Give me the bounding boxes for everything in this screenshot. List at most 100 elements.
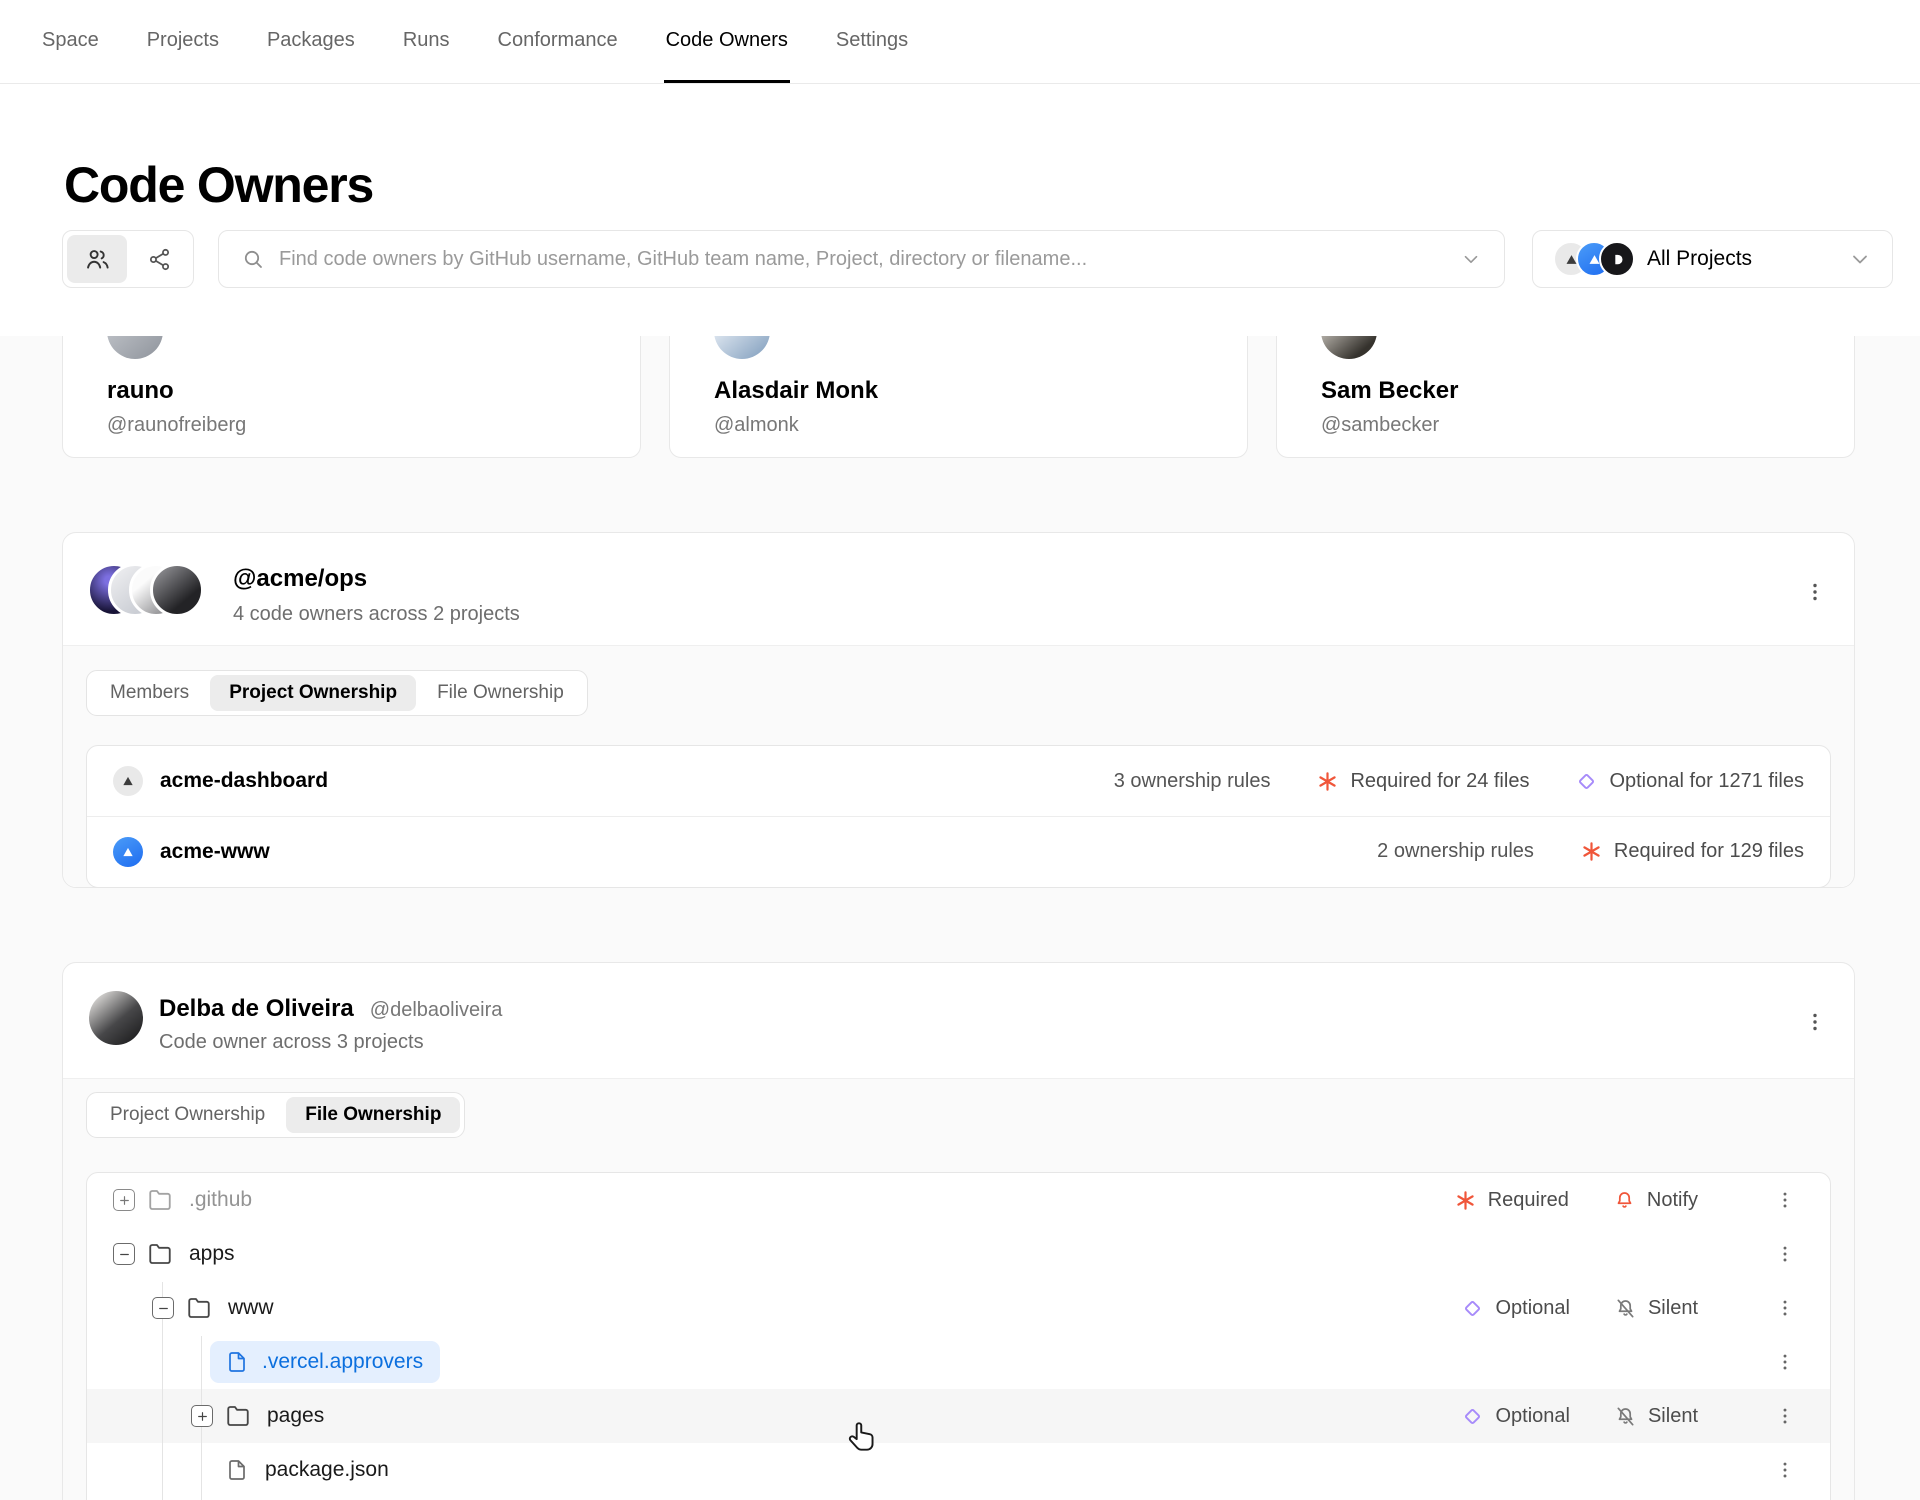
- tree-row-package-json[interactable]: package.json: [87, 1443, 1830, 1497]
- table-row-acme-dashboard[interactable]: acme-dashboard 3 ownership rules Require…: [87, 746, 1830, 816]
- row-menu-button[interactable]: [1768, 1291, 1802, 1325]
- view-toggle: [62, 230, 194, 288]
- person-menu-button[interactable]: [1798, 1005, 1832, 1039]
- project-avatar: [113, 836, 143, 867]
- tree-row-www[interactable]: www Optional Silent: [87, 1281, 1830, 1335]
- required-badge: Required for 129 files: [1580, 840, 1804, 863]
- nav-item-packages[interactable]: Packages: [265, 0, 357, 83]
- team-card-header: @acme/ops 4 code owners across 2 project…: [63, 533, 1854, 645]
- team-subtitle: 4 code owners across 2 projects: [233, 603, 520, 625]
- table-row-acme-www[interactable]: acme-www 2 ownership rules Required for …: [87, 816, 1830, 886]
- row-stats: 3 ownership rules Required for 24 files …: [1114, 770, 1804, 793]
- nav-item-conformance[interactable]: Conformance: [496, 0, 620, 83]
- collapse-icon[interactable]: [152, 1297, 174, 1319]
- team-card-acme-ops: @acme/ops 4 code owners across 2 project…: [62, 532, 1855, 888]
- people-icon: [84, 246, 111, 273]
- optional-badge: Optional: [1461, 1405, 1570, 1428]
- row-menu-button[interactable]: [1768, 1237, 1802, 1271]
- tab-file-ownership[interactable]: File Ownership: [418, 675, 583, 711]
- row-menu-button[interactable]: [1768, 1345, 1802, 1379]
- silent-badge: Silent: [1614, 1297, 1698, 1320]
- owner-handle: @raunofreiberg: [107, 414, 247, 436]
- folder-icon: [225, 1403, 251, 1429]
- optional-badge: Optional for 1271 files: [1575, 770, 1804, 793]
- file-icon: [225, 1458, 249, 1482]
- row-menu-button[interactable]: [1768, 1399, 1802, 1433]
- silent-label: Silent: [1647, 1404, 1698, 1427]
- expand-icon[interactable]: [191, 1405, 213, 1427]
- team-menu-button[interactable]: [1798, 575, 1832, 609]
- tree-row-pages[interactable]: pages Optional Silent: [87, 1389, 1830, 1443]
- optional-label: Optional: [1495, 1404, 1570, 1427]
- ownership-rules-count: 3 ownership rules: [1113, 769, 1271, 792]
- project-avatar: [113, 766, 143, 796]
- required-asterisk-icon: [1580, 840, 1603, 863]
- nav-item-projects[interactable]: Projects: [145, 0, 221, 83]
- required-badge: Required: [1454, 1189, 1569, 1212]
- collapse-icon[interactable]: [113, 1243, 135, 1265]
- bell-icon: [1613, 1189, 1636, 1212]
- silent-badge: Silent: [1614, 1405, 1698, 1428]
- search-icon: [241, 247, 265, 271]
- notify-label: Notify: [1646, 1188, 1698, 1211]
- tree-label: .vercel.approvers: [262, 1350, 424, 1373]
- required-badge: Required for 24 files: [1316, 770, 1529, 793]
- chevron-down-icon: [1848, 247, 1872, 271]
- tree-row-github[interactable]: .github Required Notify: [87, 1173, 1830, 1227]
- nav-item-space[interactable]: Space: [40, 0, 101, 83]
- owner-name: Alasdair Monk: [714, 377, 879, 404]
- project-name: acme-www: [160, 839, 270, 863]
- tree-row-apps[interactable]: apps: [87, 1227, 1830, 1281]
- team-tabs: Members Project Ownership File Ownership: [86, 670, 588, 716]
- expand-icon[interactable]: [113, 1189, 135, 1211]
- row-menu-button[interactable]: [1768, 1453, 1802, 1487]
- required-asterisk-icon: [1316, 770, 1339, 793]
- optional-diamond-icon: [1575, 770, 1598, 793]
- list-view-button[interactable]: [67, 235, 127, 283]
- team-card-body: Members Project Ownership File Ownership…: [63, 645, 1854, 888]
- owner-name: rauno: [107, 377, 174, 404]
- required-asterisk-icon: [1454, 1189, 1477, 1212]
- file-icon: [225, 1350, 249, 1374]
- folder-icon: [147, 1241, 173, 1267]
- project-ownership-table: acme-dashboard 3 ownership rules Require…: [86, 745, 1831, 888]
- optional-diamond-icon: [1461, 1297, 1484, 1320]
- tree-label: .github: [189, 1188, 253, 1211]
- row-menu-button[interactable]: [1768, 1183, 1802, 1217]
- nav-item-settings[interactable]: Settings: [834, 0, 910, 83]
- person-handle: @delbaoliveira: [369, 999, 503, 1021]
- team-title: @acme/ops: [233, 565, 368, 592]
- tree-row-vercel-approvers[interactable]: .vercel.approvers: [87, 1335, 1830, 1389]
- bell-slash-icon: [1614, 1405, 1637, 1428]
- hand-cursor: [844, 1420, 880, 1456]
- sticky-header: Space Projects Packages Runs Conformance…: [0, 0, 1920, 336]
- row-stats: 2 ownership rules Required for 129 files: [1377, 840, 1804, 863]
- person-name: Delba de Oliveira: [159, 995, 354, 1022]
- owner-handle: @almonk: [714, 414, 799, 436]
- project-filter-label: All Projects: [1647, 247, 1753, 270]
- project-filter-dropdown[interactable]: All Projects: [1532, 230, 1893, 288]
- folder-icon: [147, 1187, 173, 1213]
- project-avatars: [1553, 241, 1635, 277]
- nav-item-code-owners[interactable]: Code Owners: [663, 0, 790, 83]
- graph-view-button[interactable]: [129, 235, 189, 283]
- search-input[interactable]: [279, 247, 1446, 271]
- folder-icon: [186, 1295, 212, 1321]
- person-tabs: Project Ownership File Ownership: [86, 1092, 466, 1138]
- required-label: Required for 24 files: [1350, 769, 1530, 792]
- nav-item-runs[interactable]: Runs: [401, 0, 452, 83]
- owner-name: Sam Becker: [1321, 377, 1459, 404]
- person-card-header: Delba de Oliveira @delbaoliveira Code ow…: [63, 963, 1854, 1078]
- owner-handle: @sambecker: [1321, 414, 1440, 436]
- person-subtitle: Code owner across 3 projects: [159, 1031, 424, 1053]
- tab-members[interactable]: Members: [91, 675, 208, 711]
- tab-file-ownership[interactable]: File Ownership: [286, 1097, 461, 1133]
- optional-badge: Optional: [1461, 1297, 1570, 1320]
- tab-project-ownership[interactable]: Project Ownership: [210, 675, 417, 711]
- chevron-down-icon[interactable]: [1460, 248, 1482, 270]
- selected-file-pill[interactable]: .vercel.approvers: [210, 1341, 441, 1383]
- tree-label: pages: [267, 1404, 325, 1427]
- person-card-body: Project Ownership File Ownership .github: [63, 1078, 1854, 1500]
- tab-project-ownership[interactable]: Project Ownership: [91, 1097, 284, 1133]
- top-nav: Space Projects Packages Runs Conformance…: [0, 0, 1920, 84]
